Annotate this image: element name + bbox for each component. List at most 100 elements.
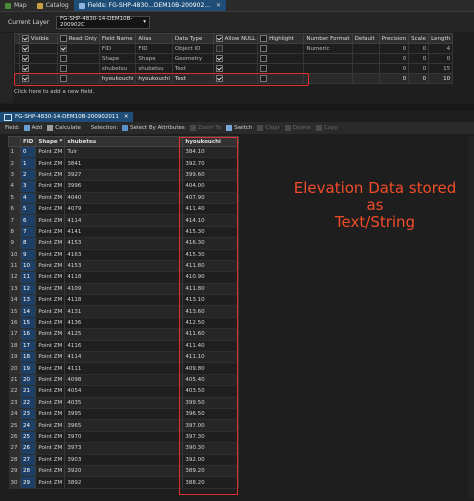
pane-divider[interactable] xyxy=(0,104,474,111)
row-number[interactable]: 7 xyxy=(8,214,21,227)
shubetsu-cell[interactable]: 4040 xyxy=(64,192,184,204)
row-number[interactable]: 5 xyxy=(8,192,21,204)
number-format-cell[interactable] xyxy=(303,63,353,74)
precision-cell[interactable]: 0 xyxy=(378,73,410,84)
shubetsu-cell[interactable]: 4098 xyxy=(64,374,184,387)
fid-cell[interactable]: 14 xyxy=(20,305,37,318)
fid-cell[interactable]: 22 xyxy=(20,397,37,410)
col-number-format[interactable]: Number Format xyxy=(303,33,353,44)
shape-cell[interactable]: Point ZM xyxy=(35,157,66,170)
shubetsu-cell[interactable]: 3970 xyxy=(64,431,184,444)
highlight-cell[interactable] xyxy=(257,43,305,54)
highlight-cell[interactable] xyxy=(257,63,305,74)
alias-cell[interactable]: Shape xyxy=(135,53,173,64)
shape-cell[interactable]: Point ZM xyxy=(35,362,66,375)
shubetsu-cell[interactable]: 4116 xyxy=(64,340,184,353)
close-icon[interactable]: ✕ xyxy=(216,2,221,9)
row-number[interactable]: 10 xyxy=(8,249,21,261)
copy-button[interactable]: Copy xyxy=(315,125,338,131)
highlight-checkbox[interactable] xyxy=(260,45,268,52)
fid-cell[interactable]: 5 xyxy=(20,203,37,216)
fid-cell[interactable]: 19 xyxy=(20,362,37,375)
alias-cell[interactable]: shubetsu xyxy=(135,63,173,74)
scale-cell[interactable]: 0 xyxy=(408,73,430,84)
fid-cell[interactable]: 27 xyxy=(20,454,37,466)
fid-cell[interactable]: 18 xyxy=(20,351,37,364)
number-format-cell[interactable] xyxy=(303,53,353,64)
row-number[interactable]: 2 xyxy=(8,157,21,170)
allow-null-checkbox[interactable] xyxy=(215,65,223,72)
shubetsu-cell[interactable]: 3995 xyxy=(64,408,184,421)
fid-cell[interactable]: 16 xyxy=(20,328,37,341)
shape-cell[interactable]: Point ZM xyxy=(35,305,66,318)
length-cell[interactable]: 15 xyxy=(428,63,454,74)
shape-cell[interactable]: Point ZM xyxy=(35,237,66,250)
col-default[interactable]: Default xyxy=(351,33,380,44)
precision-cell[interactable]: 0 xyxy=(378,53,410,64)
highlight-cell[interactable] xyxy=(257,53,305,64)
col-scale[interactable]: Scale xyxy=(408,33,430,44)
data-type-cell[interactable]: Object ID xyxy=(171,43,214,54)
fid-cell[interactable]: 17 xyxy=(20,340,37,353)
visible-cell[interactable] xyxy=(19,53,58,64)
shape-cell[interactable]: Point ZM xyxy=(35,317,66,330)
fid-cell[interactable]: 7 xyxy=(20,226,37,239)
scale-cell[interactable]: 0 xyxy=(408,63,430,74)
shubetsu-cell[interactable]: 4153 xyxy=(64,260,184,273)
fid-cell[interactable]: 25 xyxy=(20,431,37,444)
row-number[interactable]: 24 xyxy=(8,408,21,421)
row-number[interactable]: 27 xyxy=(8,442,21,455)
col-precision[interactable]: Precision xyxy=(378,33,410,44)
shape-cell[interactable]: Point ZM xyxy=(35,328,66,341)
fid-cell[interactable]: 28 xyxy=(20,465,37,478)
shape-cell[interactable]: Point ZM xyxy=(35,169,66,182)
row-number[interactable]: 11 xyxy=(8,260,21,273)
shubetsu-cell[interactable]: 4114 xyxy=(64,214,184,227)
shape-cell[interactable]: Point ZM xyxy=(35,431,66,444)
scale-cell[interactable]: 0 xyxy=(408,53,430,64)
shubetsu-cell[interactable]: Tulr xyxy=(64,146,184,159)
number-format-cell[interactable]: Numeric xyxy=(303,43,353,54)
shubetsu-cell[interactable]: 3920 xyxy=(64,465,184,478)
visible-cell[interactable] xyxy=(19,43,58,54)
shape-cell[interactable]: Point ZM xyxy=(35,442,66,455)
length-cell[interactable]: 0 xyxy=(428,53,454,64)
fid-cell[interactable]: 3 xyxy=(20,180,37,193)
allownull-all-checkbox[interactable] xyxy=(215,35,223,42)
shape-cell[interactable]: Point ZM xyxy=(35,374,66,387)
shape-cell[interactable]: Point ZM xyxy=(35,465,66,478)
shape-cell[interactable]: Point ZM xyxy=(35,192,66,204)
fid-cell[interactable]: 12 xyxy=(20,283,37,296)
shubetsu-cell[interactable]: 3903 xyxy=(64,454,184,466)
row-number[interactable]: 26 xyxy=(8,431,21,444)
add-field-row[interactable]: Click here to add a new field. xyxy=(14,89,94,95)
shape-cell[interactable]: Point ZM xyxy=(35,351,66,364)
default-cell[interactable] xyxy=(351,73,380,84)
row-number[interactable]: 14 xyxy=(8,294,21,307)
fid-cell[interactable]: 4 xyxy=(20,192,37,204)
row-number[interactable]: 17 xyxy=(8,328,21,341)
read-only-cell[interactable] xyxy=(57,43,100,54)
row-number[interactable]: 9 xyxy=(8,237,21,250)
col-field-name[interactable]: Field Name xyxy=(98,33,137,44)
shape-cell[interactable]: Point ZM xyxy=(35,294,66,307)
add-field-button[interactable]: Add xyxy=(23,125,42,131)
alias-cell[interactable]: FID xyxy=(135,43,173,54)
row-number[interactable]: 4 xyxy=(8,180,21,193)
shubetsu-cell[interactable]: 4163 xyxy=(64,249,184,261)
fid-cell[interactable]: 20 xyxy=(20,374,37,387)
shape-cell[interactable]: Point ZM xyxy=(35,397,66,410)
field-row[interactable]: shubetsu shubetsu Text 0 0 15 xyxy=(14,63,454,74)
col-visible[interactable]: Visible xyxy=(19,33,58,44)
allow-null-cell[interactable] xyxy=(212,53,259,64)
shubetsu-cell[interactable]: 3927 xyxy=(64,169,184,182)
col-length[interactable]: Length xyxy=(428,33,454,44)
shubetsu-cell[interactable]: 3973 xyxy=(64,442,184,455)
visible-cell[interactable] xyxy=(19,63,58,74)
data-type-cell[interactable]: Text xyxy=(171,63,214,74)
shape-cell[interactable]: Point ZM xyxy=(35,408,66,421)
read-only-checkbox[interactable] xyxy=(60,45,67,52)
row-number[interactable]: 29 xyxy=(8,465,21,478)
shape-cell[interactable]: Point ZM xyxy=(35,249,66,261)
readonly-all-checkbox[interactable] xyxy=(60,35,67,42)
